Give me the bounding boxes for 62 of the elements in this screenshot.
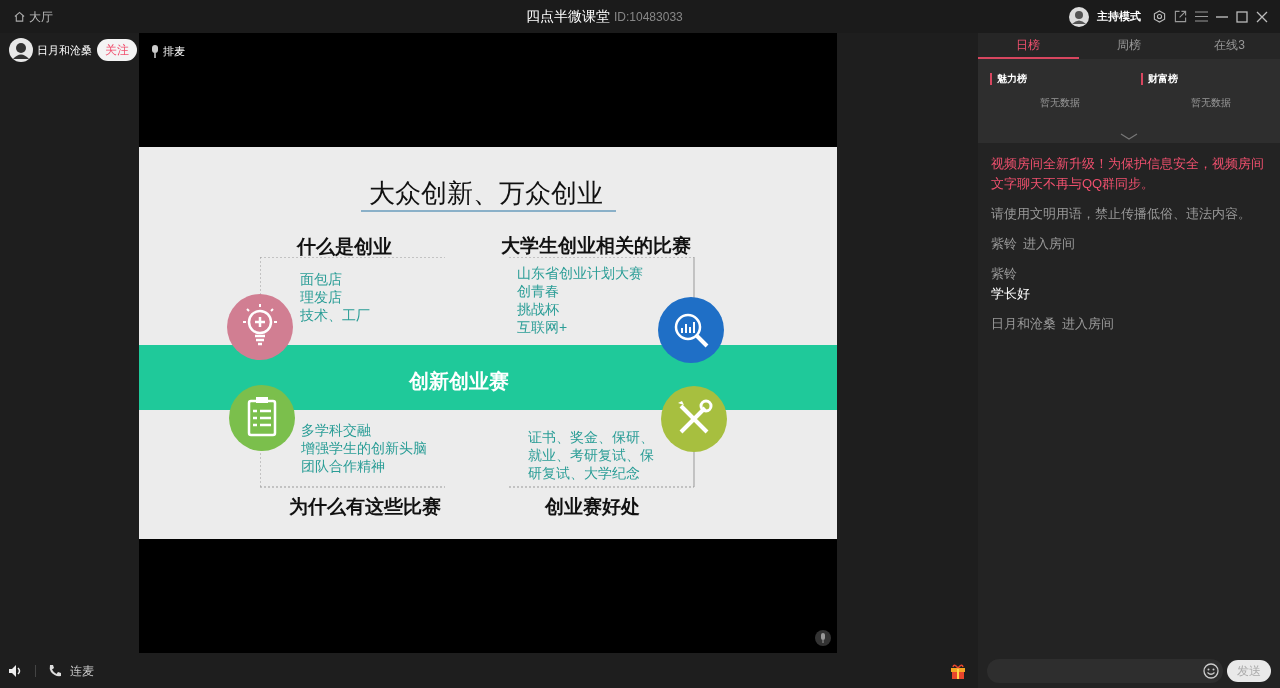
user-name[interactable]: 紫铃 [991,234,1017,254]
section-heading: 创业赛好处 [545,495,640,519]
list-item: 增强学生的创新头脑 [301,439,427,457]
clipboard-icon [229,385,295,451]
banner-text: 创新创业赛 [409,369,509,394]
board-title: 魅力榜 [997,72,1027,86]
user-name[interactable]: 紫铃 [991,264,1267,284]
phone-icon[interactable] [48,663,62,678]
home-icon[interactable] [14,11,25,22]
chat-message: 学长好 [991,285,1031,303]
list-item: 就业、考研复试、保 [528,446,654,464]
follow-button[interactable]: 关注 [97,39,137,61]
menu-icon[interactable] [1195,11,1208,22]
chevron-down-icon[interactable] [1120,133,1138,140]
empty-state-text: 暂无数据 [1040,96,1081,110]
gift-icon[interactable] [950,662,966,679]
emoji-icon[interactable] [1203,663,1219,679]
microphone-icon[interactable] [815,630,831,646]
host-name: 日月和沧桑 [37,42,92,58]
list-item: 挑战杯 [517,300,560,318]
list-item: 互联网+ [517,318,569,336]
section-heading: 大学生创业相关的比赛 [501,234,691,258]
ranking-tab[interactable]: 周榜 [1078,33,1180,59]
chat-input-field[interactable] [987,659,1223,683]
speaker-icon[interactable] [9,664,23,677]
window-title: 四点半微课堂 [526,7,610,26]
system-message: 请使用文明用语，禁止传播低俗、违法内容。 [991,205,1252,223]
list-item: 创青春 [517,282,560,300]
list-item: 山东省创业计划大赛 [517,264,643,282]
section-heading: 为什么有这些比赛 [289,495,441,519]
list-item: 多学科交融 [301,421,372,439]
user-name[interactable]: 日月和沧桑 [991,314,1056,334]
settings-icon[interactable] [1153,10,1166,23]
minimize-icon[interactable] [1216,15,1228,18]
lightbulb-icon [227,294,293,360]
list-item: 理发店 [300,288,343,306]
join-notice: 进入房间 [1062,315,1114,333]
list-item: 团队合作精神 [301,457,386,475]
room-id: ID:10483033 [614,9,683,26]
wrench-screwdriver-icon [661,386,727,452]
close-icon[interactable] [1256,10,1268,23]
avatar-icon[interactable] [9,38,33,62]
list-item: 技术、工厂 [300,306,370,324]
slide-title: 大众创新、万众创业 [369,177,603,210]
ranking-tab[interactable]: 在线3 [1179,33,1280,59]
magnifier-chart-icon [658,297,724,363]
notice-message: 视频房间全新升级！为保护信息安全，视频房间文字聊天不再与QQ群同步。 [991,155,1265,193]
host-mode-label[interactable]: 主持模式 [1097,8,1141,25]
board-title: 财富榜 [1148,72,1178,86]
empty-state-text: 暂无数据 [1191,96,1232,110]
list-item: 研复试、大学纪念 [528,464,641,482]
join-notice: 进入房间 [1023,235,1075,253]
popout-icon[interactable] [1174,10,1187,23]
avatar-icon [1069,6,1089,27]
connect-mic-link[interactable]: 连麦 [70,661,94,680]
home-link[interactable]: 大厅 [29,7,53,26]
section-heading: 什么是创业 [297,235,392,259]
list-item: 面包店 [300,270,343,288]
list-item: 证书、奖金、保研、 [528,428,654,446]
microphone-icon[interactable] [151,44,159,58]
maximize-icon[interactable] [1236,10,1248,23]
queue-mic-link[interactable]: 排麦 [163,43,185,60]
